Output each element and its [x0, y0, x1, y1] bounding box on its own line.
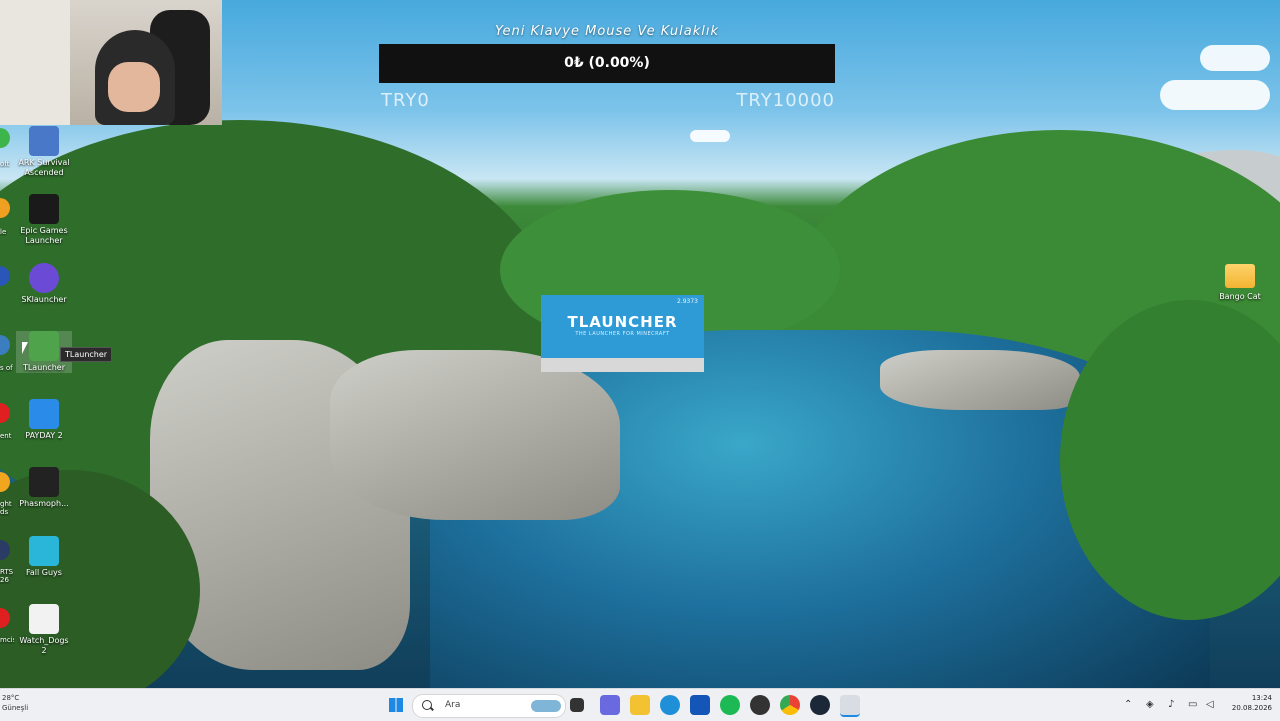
partial-icon-label: le [0, 228, 7, 236]
widgets-icon[interactable] [600, 695, 620, 715]
watch-dogs-icon [29, 604, 59, 634]
splash-subtitle: THE LAUNCHER FOR MINECRAFT [575, 331, 670, 337]
clock-time: 13:24 [1251, 694, 1272, 702]
desktop-icon-watch-dogs2[interactable]: Watch_Dogs 2 [16, 604, 72, 656]
java-app-icon[interactable] [840, 695, 860, 717]
partial-icon-label: s of [0, 364, 13, 372]
webcam-overlay [0, 0, 222, 125]
search-placeholder: Ara [445, 700, 461, 710]
desktop-icon-sklauncher[interactable]: SKlauncher [16, 263, 72, 305]
weather-text: Güneşli [2, 704, 29, 712]
desktop-icon-fall-guys[interactable]: Fall Guys [16, 536, 72, 578]
search-icon [422, 700, 432, 710]
icon-label: Watch_Dogs 2 [19, 636, 69, 655]
edge-browser-icon[interactable] [660, 695, 680, 715]
taskbar: 28°C Güneşli Ara ⌃ ◈ ♪ ▭ ◁ 13:24 20.08.2… [0, 688, 1280, 721]
system-clock[interactable]: 13:24 20.08.2026 [1232, 693, 1272, 713]
partial-icon-label: ent [0, 432, 12, 440]
windows-logo-icon [389, 698, 403, 712]
desktop-icon-phasmophobia[interactable]: Phasmoph... [16, 467, 72, 509]
obs-icon[interactable] [750, 695, 770, 715]
icon-tooltip: TLauncher [60, 347, 113, 362]
partial-icon-label: ght ds [0, 500, 12, 516]
desktop-icon-epic-games[interactable]: Epic Games Launcher [16, 194, 72, 246]
donation-goal-value: 0₺ (0.00%) [564, 55, 650, 71]
donation-goal-title: Yeni Klavye Mouse Ve Kulaklık [495, 24, 719, 39]
donation-goal-max: TRY10000 [736, 90, 835, 111]
file-explorer-icon[interactable] [630, 695, 650, 715]
weather-temp: 28°C [2, 694, 20, 702]
search-box[interactable]: Ara [412, 694, 566, 718]
partial-icon-label: mcisi [0, 636, 14, 644]
weather-widget[interactable]: 28°C Güneşli [2, 693, 28, 713]
payday-icon [29, 399, 59, 429]
splash-version: 2.9373 [677, 298, 698, 305]
tlauncher-splash: 2.9373 TLAUNCHER THE LAUNCHER FOR MINECR… [541, 295, 704, 372]
icon-label: ARK Survival Ascended [18, 158, 70, 177]
speaker-icon[interactable]: ◁ [1206, 699, 1214, 710]
task-view-icon[interactable] [570, 698, 584, 712]
donation-goal-bar: 0₺ (0.00%) [379, 44, 835, 83]
sklauncher-icon [29, 263, 59, 293]
start-button[interactable] [386, 695, 406, 715]
fall-guys-icon [29, 536, 59, 566]
spotify-icon[interactable] [720, 695, 740, 715]
folder-icon [1225, 264, 1255, 288]
icon-label: Phasmoph... [19, 499, 69, 508]
icon-label: Epic Games Launcher [20, 226, 68, 245]
mouse-cursor-icon [22, 342, 34, 354]
partial-icon-label: RTS 26 [0, 568, 14, 584]
display-icon[interactable]: ▭ [1188, 699, 1197, 710]
microphone-icon[interactable]: ♪ [1168, 699, 1174, 710]
network-icon[interactable]: ◈ [1146, 699, 1154, 710]
splash-progress-bar [541, 358, 704, 372]
icon-label: Bango Cat [1219, 292, 1261, 301]
icon-label: SKlauncher [21, 295, 67, 304]
partial-icon-label: oft [0, 160, 10, 168]
chevron-up-icon[interactable]: ⌃ [1124, 699, 1132, 710]
epic-icon [29, 194, 59, 224]
desktop-icon-bango-cat[interactable]: Bango Cat [1214, 264, 1266, 301]
icon-label: TLauncher [22, 363, 66, 372]
store-icon[interactable] [690, 695, 710, 715]
search-highlight-icon [531, 700, 561, 712]
desktop-icon-ark[interactable]: ARK Survival Ascended [16, 126, 72, 178]
icon-label: Fall Guys [26, 568, 62, 577]
donation-goal-min: TRY0 [381, 90, 430, 111]
desktop-icon-payday2[interactable]: PAYDAY 2 [16, 399, 72, 441]
phasmophobia-icon [29, 467, 59, 497]
clock-date: 20.08.2026 [1231, 704, 1272, 712]
splash-title: TLAUNCHER [567, 313, 678, 331]
ark-icon [29, 126, 59, 156]
icon-label: PAYDAY 2 [25, 431, 63, 440]
steam-icon[interactable] [810, 695, 830, 715]
chrome-icon[interactable] [780, 695, 800, 715]
